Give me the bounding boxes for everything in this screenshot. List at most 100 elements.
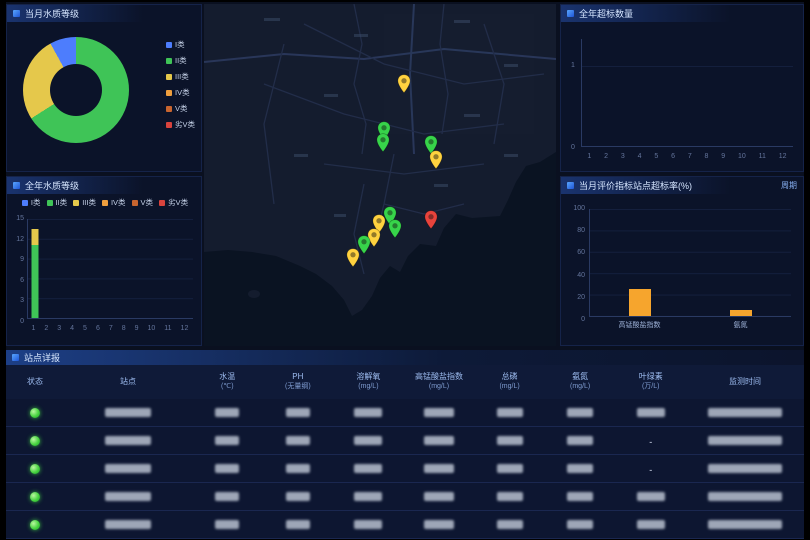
rate-bar-chart[interactable] bbox=[589, 209, 791, 317]
redacted-value bbox=[105, 492, 151, 501]
map-pin-4[interactable] bbox=[429, 150, 443, 170]
bar-segment bbox=[31, 245, 38, 318]
panel-header: 全年水质等级 bbox=[7, 177, 201, 194]
redacted-value bbox=[497, 520, 523, 529]
column-header: 状态 bbox=[6, 377, 64, 387]
redacted-value bbox=[354, 492, 382, 501]
exceed-line-chart[interactable] bbox=[581, 39, 793, 147]
stacked-bar-month-1[interactable] bbox=[31, 219, 38, 318]
rate-bar-1[interactable] bbox=[730, 310, 752, 316]
column-header: 溶解氧(mg/L) bbox=[333, 372, 404, 392]
redacted-value bbox=[354, 408, 382, 417]
status-indicator bbox=[30, 464, 40, 474]
x-axis: 123456789101112 bbox=[27, 325, 193, 332]
legend-swatch bbox=[166, 58, 172, 64]
axis-tick: 7 bbox=[688, 153, 692, 160]
legend-item-4[interactable]: V类 bbox=[132, 197, 154, 208]
dashboard-body: 当月水质等级 I类II类III类IV类V类劣V类 全年水质等级 I类II类III… bbox=[6, 2, 804, 538]
redacted-value bbox=[637, 408, 665, 417]
legend-item-1[interactable]: II类 bbox=[166, 55, 195, 66]
legend-label: V类 bbox=[141, 197, 154, 208]
map-pin-11[interactable] bbox=[346, 248, 360, 268]
legend-item-5[interactable]: 劣V类 bbox=[166, 119, 195, 130]
map-pin-0[interactable] bbox=[397, 74, 411, 94]
redacted-value bbox=[567, 408, 593, 417]
redacted-value bbox=[354, 520, 382, 529]
donut-chart[interactable] bbox=[23, 37, 129, 143]
rate-bar-0[interactable] bbox=[629, 289, 651, 316]
column-header: 水温(℃) bbox=[192, 372, 263, 392]
station-map[interactable] bbox=[204, 4, 556, 346]
redacted-value bbox=[708, 436, 782, 445]
legend-label: I类 bbox=[31, 197, 41, 208]
redacted-value bbox=[215, 492, 239, 501]
panel-annual-quality: 全年水质等级 I类II类III类IV类V类劣V类 15129630 123456… bbox=[6, 176, 202, 346]
axis-tick: 12 bbox=[16, 236, 24, 243]
status-indicator bbox=[30, 492, 40, 502]
axis-tick: 9 bbox=[135, 325, 139, 332]
legend-item-4[interactable]: V类 bbox=[166, 103, 195, 114]
column-header: 叶绿素(万/L) bbox=[615, 372, 686, 392]
rate-categories: 高锰酸盐指数氨氮 bbox=[589, 320, 791, 330]
legend-item-2[interactable]: III类 bbox=[166, 71, 195, 82]
legend-item-2[interactable]: III类 bbox=[73, 197, 96, 208]
panel-annual-exceed: 全年超标数量 1 0 123456789101112 bbox=[560, 4, 804, 172]
pin-icon bbox=[397, 74, 411, 94]
legend-swatch bbox=[132, 200, 138, 206]
legend-item-0[interactable]: I类 bbox=[22, 197, 41, 208]
annual-bar-chart[interactable] bbox=[27, 219, 193, 319]
x-axis: 123456789101112 bbox=[581, 153, 793, 160]
column-header: 高锰酸盐指数(mg/L) bbox=[404, 372, 475, 392]
legend-item-3[interactable]: IV类 bbox=[102, 197, 126, 208]
legend-item-3[interactable]: IV类 bbox=[166, 87, 195, 98]
redacted-value bbox=[567, 520, 593, 529]
axis-tick: 0 bbox=[581, 316, 585, 323]
axis-tick: 5 bbox=[654, 153, 658, 160]
legend-label: III类 bbox=[82, 197, 96, 208]
pin-icon bbox=[388, 219, 402, 239]
redacted-value bbox=[637, 520, 665, 529]
redacted-value bbox=[424, 408, 454, 417]
panel-icon bbox=[567, 182, 574, 189]
station-detail-section: 站点详报 状态站点水温(℃)PH(无量纲)溶解氧(mg/L)高锰酸盐指数(mg/… bbox=[6, 350, 804, 538]
axis-tick: 9 bbox=[20, 256, 24, 263]
map-pin-8[interactable] bbox=[424, 210, 438, 230]
map-pin-2[interactable] bbox=[376, 133, 390, 153]
axis-tick: 7 bbox=[109, 325, 113, 332]
redacted-value bbox=[567, 436, 593, 445]
redacted-value bbox=[215, 520, 239, 529]
legend-swatch bbox=[73, 200, 79, 206]
legend-label: V类 bbox=[175, 103, 188, 114]
map-pin-7[interactable] bbox=[388, 219, 402, 239]
legend-swatch bbox=[166, 106, 172, 112]
legend-label: I类 bbox=[175, 39, 185, 50]
axis-tick: 0 bbox=[20, 318, 24, 325]
pin-icon bbox=[429, 150, 443, 170]
dashboard: 当月水质等级 I类II类III类IV类V类劣V类 全年水质等级 I类II类III… bbox=[0, 0, 810, 540]
legend-item-1[interactable]: II类 bbox=[47, 197, 68, 208]
category-label: 氨氮 bbox=[690, 320, 791, 330]
redacted-value bbox=[105, 408, 151, 417]
legend-item-0[interactable]: I类 bbox=[166, 39, 195, 50]
redacted-value bbox=[105, 464, 151, 473]
axis-tick: 9 bbox=[721, 153, 725, 160]
axis-tick: 8 bbox=[122, 325, 126, 332]
redacted-value bbox=[286, 492, 310, 501]
legend-swatch bbox=[102, 200, 108, 206]
legend-label: 劣V类 bbox=[168, 197, 188, 208]
legend-item-5[interactable]: 劣V类 bbox=[159, 197, 188, 208]
column-header: 监测时间 bbox=[686, 377, 804, 387]
column-header: PH(无量纲) bbox=[263, 372, 334, 392]
axis-tick: 3 bbox=[621, 153, 625, 160]
y-tick: 1 bbox=[571, 62, 575, 69]
table-row bbox=[6, 399, 804, 427]
table-body: -- bbox=[6, 399, 804, 539]
axis-tick: 20 bbox=[577, 294, 585, 301]
redacted-value bbox=[354, 436, 382, 445]
period-selector[interactable]: 周期 bbox=[781, 180, 797, 191]
axis-tick: 60 bbox=[577, 249, 585, 256]
legend-swatch bbox=[166, 90, 172, 96]
table-title: 站点详报 bbox=[24, 351, 60, 364]
axis-tick: 6 bbox=[671, 153, 675, 160]
table-column-headers: 状态站点水温(℃)PH(无量纲)溶解氧(mg/L)高锰酸盐指数(mg/L)总磷(… bbox=[6, 365, 804, 399]
